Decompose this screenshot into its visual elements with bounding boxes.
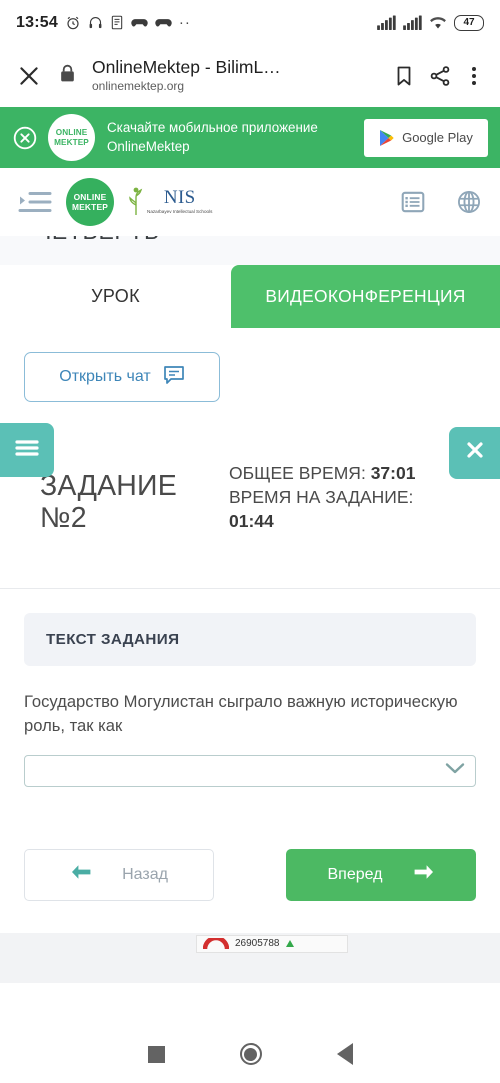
tab-lesson-label: УРОК [91,286,140,306]
task-time-label: ВРЕМЯ НА ЗАДАНИЕ: [229,487,414,508]
promo-logo-line2: MEKTEP [54,137,89,147]
site-logo-line2: MEKTEP [71,202,109,212]
task-close-button[interactable] [449,427,500,479]
counter-arc-icon [203,937,229,950]
google-play-button[interactable]: Google Play [364,118,488,157]
tab-lesson[interactable]: УРОК [0,265,231,328]
list-view-icon[interactable] [400,189,426,215]
nis-subtitle: Nazarbayev Intellectual Schools [147,209,213,215]
document-icon [110,15,124,30]
task-menu-button[interactable] [0,423,54,477]
alarm-clock-icon [65,15,81,31]
task-time-row: ВРЕМЯ НА ЗАДАНИЕ: 01:44 [229,485,438,533]
site-header: ONLINE MEKTEP NIS Nazarbayev Intellectua… [0,168,500,236]
share-icon[interactable] [428,64,452,88]
promo-message: Скачайте мобильное приложение OnlineMekt… [107,120,318,154]
signal-bars-icon [377,15,396,30]
chat-zone: Открыть чат [0,328,500,423]
task-question-text: Государство Могулистан сыграло важную ис… [24,692,458,735]
task-title-line1: ЗАДАНИЕ [40,470,177,502]
scrolled-heading-strip: ЧЕТВЕРТЬ [0,236,500,265]
status-bar-clock: 13:54 [16,13,58,31]
indent-menu-icon[interactable] [18,189,52,215]
status-overflow-dots: ·· [178,14,191,31]
tab-videoconference-label: ВИДЕОКОНФЕРЕНЦИЯ [265,286,466,306]
google-play-icon [380,129,394,146]
google-play-label: Google Play [402,130,473,145]
arrow-left-icon [70,864,92,885]
total-time-value: 37:01 [370,463,416,483]
square-recents-icon[interactable] [147,1045,165,1063]
promo-logo-line1: ONLINE [55,127,88,137]
onlinemektep-site-logo[interactable]: ONLINE MEKTEP [66,178,114,226]
task-title: ЗАДАНИЕ №2 [40,461,225,535]
wifi-icon [429,16,447,30]
visit-counter[interactable]: 26905788 [196,934,348,953]
app-promo-banner: ONLINE MEKTEP Скачайте мобильное приложе… [0,107,500,168]
globe-icon[interactable] [456,189,482,215]
cutoff-heading: ЧЕТВЕРТЬ [36,236,160,245]
counter-up-triangle-icon [285,940,294,948]
back-button-label: Назад [122,865,168,883]
game-controller-icon [131,17,148,29]
hamburger-icon [14,438,40,463]
browser-toolbar: OnlineMektep - BilimL… onlinemektep.org [0,45,500,107]
triangle-back-icon[interactable] [336,1043,353,1065]
lesson-tabs: УРОК ВИДЕОКОНФЕРЕНЦИЯ [0,265,500,328]
task-navigation: Назад Вперед [24,787,476,901]
task-section-title: ТЕКСТ ЗАДАНИЯ [24,613,476,666]
android-status-bar: 13:54 ·· 47 [0,0,500,45]
task-content: ТЕКСТ ЗАДАНИЯ Государство Могулистан сыг… [0,589,500,901]
task-header-inner: ЗАДАНИЕ №2 ОБЩЕЕ ВРЕМЯ: 37:01 ВРЕМЯ НА З… [0,433,500,535]
more-vertical-icon[interactable] [464,64,484,88]
status-bar-left: 13:54 ·· [16,14,191,32]
page-title: OnlineMektep - BilimL… [92,57,281,77]
chat-bubble-icon [163,365,185,390]
open-chat-label: Открыть чат [59,368,151,385]
answer-select-wrapper[interactable] [24,754,476,787]
arrow-right-icon [413,864,435,885]
page-url: onlinemektep.org [92,78,185,93]
task-timers: ОБЩЕЕ ВРЕМЯ: 37:01 ВРЕМЯ НА ЗАДАНИЕ: 01:… [225,461,438,533]
page-footer: 26905788 [0,932,500,983]
site-logo-line1: ONLINE [73,191,107,202]
lock-icon [60,64,78,88]
bookmark-icon[interactable] [392,64,416,88]
status-bar-right: 47 [377,14,484,31]
battery-indicator: 47 [454,14,484,31]
close-icon [465,440,485,466]
nis-emblem-icon [129,187,143,215]
forward-button[interactable]: Вперед [286,848,476,901]
nis-abbr: NIS [163,187,196,209]
tab-videoconference[interactable]: ВИДЕОКОНФЕРЕНЦИЯ [231,265,500,328]
signal-bars-icon [403,15,422,30]
close-circle-icon[interactable] [12,125,38,151]
omnibox[interactable]: OnlineMektep - BilimL… onlinemektep.org [92,58,380,94]
total-time-row: ОБЩЕЕ ВРЕМЯ: 37:01 [229,461,438,485]
task-time-value: 01:44 [229,511,274,532]
counter-value: 26905788 [235,938,280,950]
game-controller-icon [155,17,172,29]
back-button[interactable]: Назад [24,848,214,901]
total-time-label: ОБЩЕЕ ВРЕМЯ: [229,463,366,483]
task-title-line2: №2 [40,501,87,534]
answer-select[interactable] [24,754,476,787]
open-chat-button[interactable]: Открыть чат [24,352,220,402]
forward-button-label: Вперед [327,865,383,883]
android-navigation-bar [0,1025,500,1083]
headphones-icon [88,15,103,30]
task-header-bar: ЗАДАНИЕ №2 ОБЩЕЕ ВРЕМЯ: 37:01 ВРЕМЯ НА З… [0,423,500,588]
site-header-actions [400,189,482,215]
circle-home-icon[interactable] [239,1043,262,1065]
onlinemektep-logo: ONLINE MEKTEP [48,114,95,161]
nis-logo[interactable]: NIS Nazarbayev Intellectual Schools [128,185,212,219]
close-icon[interactable] [16,63,42,89]
